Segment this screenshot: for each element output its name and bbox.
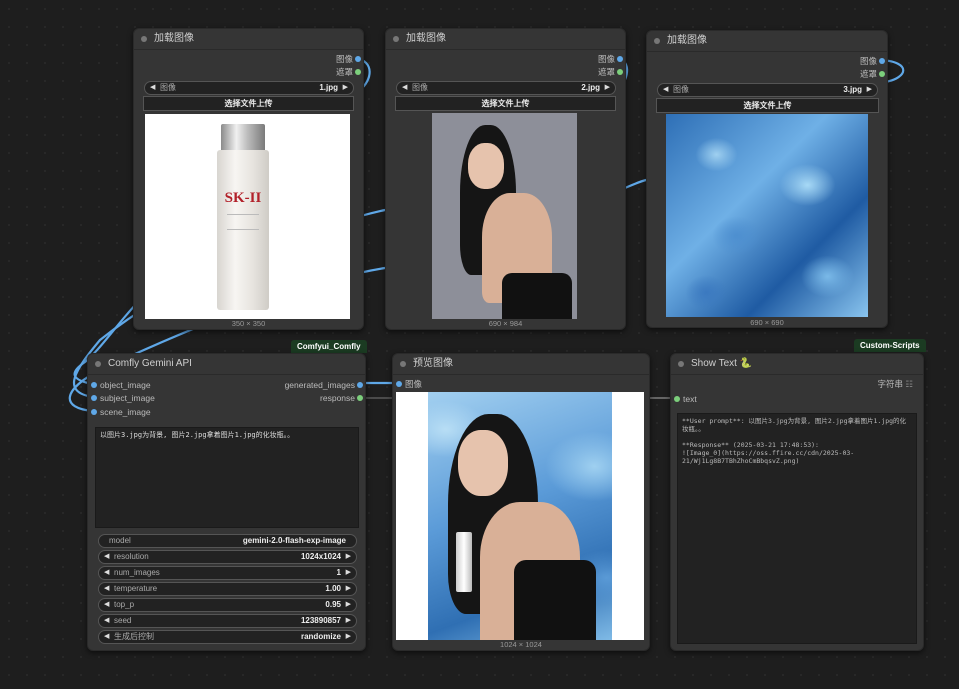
loaded-image-preview: SK-II bbox=[145, 114, 350, 319]
arrow-right-icon[interactable]: ▶ bbox=[346, 631, 351, 643]
loaded-image-preview bbox=[432, 113, 577, 319]
input-image[interactable]: 图像 bbox=[396, 378, 422, 391]
preview-image-node[interactable]: 预览图像 图像 1024 × 1024 bbox=[392, 353, 650, 651]
arrow-right-icon[interactable]: ▶ bbox=[346, 599, 351, 611]
arrow-left-icon[interactable]: ◀ bbox=[104, 599, 109, 611]
node-title[interactable]: Comfly Gemini API bbox=[88, 354, 365, 375]
arrow-left-icon[interactable]: ◀ bbox=[402, 82, 407, 94]
arrow-right-icon[interactable]: ▶ bbox=[346, 615, 351, 627]
image-size-caption: 690 × 690 bbox=[750, 318, 784, 327]
input-port-icon[interactable] bbox=[91, 395, 97, 401]
arrow-right-icon[interactable]: ▶ bbox=[346, 567, 351, 579]
snake-icon: 🐍 bbox=[739, 358, 753, 369]
preview-image bbox=[396, 392, 644, 640]
temperature-widget[interactable]: ◀ temperature 1.00 ▶ bbox=[98, 582, 357, 596]
text-display[interactable]: **User prompt**: 以图片3.jpg为背景, 图片2.jpg拿着图… bbox=[677, 413, 917, 644]
image-size-caption: 350 × 350 bbox=[231, 319, 266, 328]
output-image[interactable]: 图像 bbox=[336, 53, 361, 66]
image-port-icon[interactable] bbox=[879, 58, 885, 64]
load-image-node-1[interactable]: 加载图像 图像 遮罩 ◀ 图像 1.jpg ▶ 选择文件上传 SK-II 350… bbox=[133, 28, 364, 330]
arrow-left-icon[interactable]: ◀ bbox=[104, 567, 109, 579]
control-after-generate-widget[interactable]: ◀ 生成后控制 randomize ▶ bbox=[98, 630, 357, 644]
output-response[interactable]: response bbox=[320, 392, 363, 405]
output-port-icon[interactable] bbox=[357, 382, 363, 388]
output-mask[interactable]: 遮罩 bbox=[598, 66, 623, 79]
grid-icon: ☷ bbox=[905, 379, 913, 389]
image-port-icon[interactable] bbox=[355, 56, 361, 62]
arrow-left-icon[interactable]: ◀ bbox=[663, 84, 668, 96]
mask-port-icon[interactable] bbox=[879, 71, 885, 77]
loaded-image-preview bbox=[666, 114, 868, 317]
image-select-widget[interactable]: ◀ 图像 1.jpg ▶ bbox=[144, 81, 354, 95]
upload-button[interactable]: 选择文件上传 bbox=[395, 96, 616, 111]
output-generated-images[interactable]: generated_images bbox=[285, 379, 363, 392]
arrow-right-icon[interactable]: ▶ bbox=[867, 84, 872, 96]
upload-button[interactable]: 选择文件上传 bbox=[143, 96, 354, 111]
node-title[interactable]: 预览图像 bbox=[393, 354, 649, 375]
image-select-widget[interactable]: ◀ 图像 2.jpg ▶ bbox=[396, 81, 616, 95]
output-image[interactable]: 图像 bbox=[860, 55, 885, 68]
arrow-left-icon[interactable]: ◀ bbox=[104, 551, 109, 563]
show-text-node[interactable]: Show Text 🐍 字符串 ☷ text **User prompt**: … bbox=[670, 353, 924, 651]
input-text[interactable]: text bbox=[674, 393, 697, 406]
output-mask[interactable]: 遮罩 bbox=[336, 66, 361, 79]
arrow-left-icon[interactable]: ◀ bbox=[104, 615, 109, 627]
image-size-caption: 690 × 984 bbox=[488, 319, 523, 328]
upload-button[interactable]: 选择文件上传 bbox=[656, 98, 879, 113]
output-mask[interactable]: 遮罩 bbox=[860, 68, 885, 81]
collapse-dot-icon[interactable] bbox=[654, 38, 660, 44]
gemini-api-node[interactable]: Comfly Gemini API object_image subject_i… bbox=[87, 353, 366, 651]
input-port-icon[interactable] bbox=[674, 396, 680, 402]
input-object-image[interactable]: object_image bbox=[91, 379, 151, 392]
collapse-dot-icon[interactable] bbox=[400, 361, 406, 367]
arrow-left-icon[interactable]: ◀ bbox=[104, 631, 109, 643]
arrow-right-icon[interactable]: ▶ bbox=[346, 583, 351, 595]
load-image-node-2[interactable]: 加载图像 图像 遮罩 ◀ 图像 2.jpg ▶ 选择文件上传 690 × 984 bbox=[385, 28, 626, 330]
input-scene-image[interactable]: scene_image bbox=[91, 406, 151, 419]
node-title[interactable]: Show Text 🐍 bbox=[671, 354, 923, 375]
output-port-icon[interactable] bbox=[357, 395, 363, 401]
output-image[interactable]: 图像 bbox=[598, 53, 623, 66]
collapse-dot-icon[interactable] bbox=[95, 361, 101, 367]
mask-port-icon[interactable] bbox=[355, 69, 361, 75]
input-port-icon[interactable] bbox=[396, 381, 402, 387]
arrow-right-icon[interactable]: ▶ bbox=[343, 82, 348, 94]
arrow-left-icon[interactable]: ◀ bbox=[150, 82, 155, 94]
seed-widget[interactable]: ◀ seed 123890857 ▶ bbox=[98, 614, 357, 628]
image-select-widget[interactable]: ◀ 图像 3.jpg ▶ bbox=[657, 83, 878, 97]
model-widget[interactable]: model gemini-2.0-flash-exp-image bbox=[98, 534, 357, 548]
badge-comfyui-comfly: Comfyui_Comfly bbox=[291, 340, 367, 353]
arrow-left-icon[interactable]: ◀ bbox=[104, 583, 109, 595]
badge-custom-scripts: Custom-Scripts bbox=[854, 339, 926, 352]
node-title[interactable]: 加载图像 bbox=[134, 29, 363, 50]
mask-port-icon[interactable] bbox=[617, 69, 623, 75]
top-p-widget[interactable]: ◀ top_p 0.95 ▶ bbox=[98, 598, 357, 612]
input-port-icon[interactable] bbox=[91, 409, 97, 415]
bottle-illustration: SK-II bbox=[217, 124, 269, 310]
node-title[interactable]: 加载图像 bbox=[647, 31, 887, 52]
arrow-right-icon[interactable]: ▶ bbox=[605, 82, 610, 94]
arrow-right-icon[interactable]: ▶ bbox=[346, 551, 351, 563]
brand-logo: SK-II bbox=[224, 190, 262, 206]
image-port-icon[interactable] bbox=[617, 56, 623, 62]
collapse-dot-icon[interactable] bbox=[393, 36, 399, 42]
node-title[interactable]: 加载图像 bbox=[386, 29, 625, 50]
output-string[interactable]: 字符串 ☷ bbox=[877, 378, 913, 391]
load-image-node-3[interactable]: 加载图像 图像 遮罩 ◀ 图像 3.jpg ▶ 选择文件上传 690 × 690 bbox=[646, 30, 888, 328]
collapse-dot-icon[interactable] bbox=[141, 36, 147, 42]
input-subject-image[interactable]: subject_image bbox=[91, 392, 155, 405]
collapse-dot-icon[interactable] bbox=[678, 361, 684, 367]
input-port-icon[interactable] bbox=[91, 382, 97, 388]
prompt-textarea[interactable]: 以图片3.jpg为背景, 图片2.jpg拿着图片1.jpg的化妆瓶。。 bbox=[95, 427, 359, 528]
resolution-widget[interactable]: ◀ resolution 1024x1024 ▶ bbox=[98, 550, 357, 564]
num-images-widget[interactable]: ◀ num_images 1 ▶ bbox=[98, 566, 357, 580]
image-size-caption: 1024 × 1024 bbox=[500, 640, 542, 649]
